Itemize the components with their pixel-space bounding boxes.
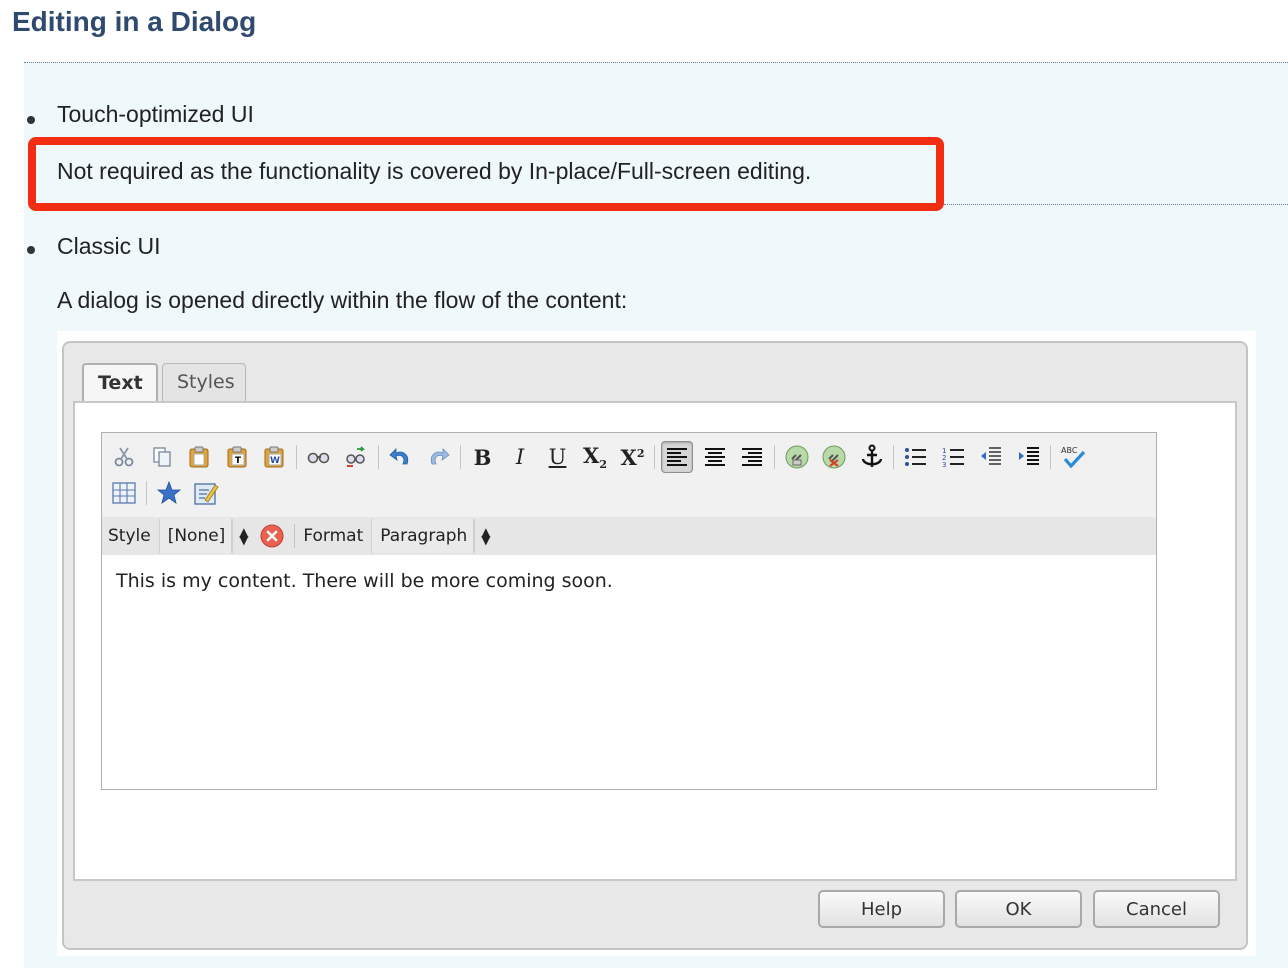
ok-button[interactable]: OK xyxy=(955,890,1082,928)
edit-dialog: Text Styles T W B I U X2 X2 1 2 3 ABC Style [None]… xyxy=(62,341,1248,950)
toolbar-separator xyxy=(893,445,894,469)
numbered-list-icon[interactable]: 123 xyxy=(938,441,970,473)
toolbar-row-2 xyxy=(108,477,228,509)
editor-toolbar: T W B I U X2 X2 1 2 3 ABC Style [None] ▲ ▼ xyxy=(102,433,1156,555)
paste-word-icon[interactable]: W xyxy=(258,441,290,473)
copy-icon[interactable] xyxy=(146,441,178,473)
superscript-icon[interactable]: X2 xyxy=(617,441,649,473)
format-select-value: Paragraph xyxy=(380,526,468,546)
svg-text:3: 3 xyxy=(942,461,946,468)
svg-text:T: T xyxy=(234,456,241,466)
undo-icon[interactable] xyxy=(385,441,417,473)
subscript-icon[interactable]: X2 xyxy=(579,441,611,473)
spellcheck-icon[interactable]: ABC xyxy=(1057,441,1089,473)
tab-styles[interactable]: Styles xyxy=(162,363,246,401)
link-icon[interactable] xyxy=(781,441,813,473)
clear-style-icon[interactable] xyxy=(258,522,286,550)
replace-icon[interactable] xyxy=(340,441,372,473)
rich-text-editor: T W B I U X2 X2 1 2 3 ABC Style [None] ▲ ▼ xyxy=(101,432,1157,790)
updown-arrows-icon[interactable]: ▲ ▼ xyxy=(474,519,496,553)
underline-icon[interactable]: U xyxy=(542,441,574,473)
align-center-icon[interactable] xyxy=(699,441,731,473)
special-chars-icon[interactable] xyxy=(153,477,185,509)
updown-arrows-icon[interactable]: ▲ ▼ xyxy=(232,519,254,553)
content-panel: Touch-optimized UI Not required as the f… xyxy=(24,62,1288,968)
paste-plain-text-icon[interactable]: T xyxy=(221,441,253,473)
classic-ui-heading: Classic UI xyxy=(57,233,161,259)
svg-text:W: W xyxy=(270,456,280,466)
tab-body: T W B I U X2 X2 1 2 3 ABC Style [None] ▲ ▼ xyxy=(73,401,1237,881)
find-icon[interactable] xyxy=(303,441,335,473)
edit-source-icon[interactable] xyxy=(190,477,222,509)
unlink-icon[interactable] xyxy=(818,441,850,473)
bold-icon[interactable]: B xyxy=(467,441,499,473)
tab-text[interactable]: Text xyxy=(82,363,158,401)
toolbar-separator xyxy=(654,445,655,469)
toolbar-separator xyxy=(773,445,775,469)
classic-ui-description: A dialog is opened directly within the f… xyxy=(57,287,628,313)
help-button[interactable]: Help xyxy=(818,890,945,928)
highlighted-note: Not required as the functionality is cov… xyxy=(28,137,944,211)
bullet-dot xyxy=(27,246,35,254)
anchor-icon[interactable] xyxy=(856,441,888,473)
touch-ui-note: Not required as the functionality is cov… xyxy=(57,158,812,184)
table-icon[interactable] xyxy=(108,477,140,509)
toolbar-row-1: T W B I U X2 X2 1 2 3 ABC xyxy=(108,441,1095,473)
format-label: Format xyxy=(303,526,364,546)
touch-ui-heading: Touch-optimized UI xyxy=(57,101,254,127)
style-format-bar: Style [None] ▲ ▼ Format Paragraph ▲ ▼ xyxy=(102,517,1156,555)
paste-icon[interactable] xyxy=(183,441,215,473)
outdent-icon[interactable] xyxy=(975,441,1007,473)
cancel-button[interactable]: Cancel xyxy=(1093,890,1220,928)
italic-icon[interactable]: I xyxy=(504,441,536,473)
toolbar-separator xyxy=(459,445,461,469)
style-select[interactable]: [None] xyxy=(158,519,233,553)
format-select[interactable]: Paragraph xyxy=(371,519,475,553)
page-title: Editing in a Dialog xyxy=(12,6,257,37)
toolbar-separator xyxy=(377,445,379,469)
toolbar-separator xyxy=(295,445,297,469)
indent-icon[interactable] xyxy=(1013,441,1045,473)
align-left-icon[interactable] xyxy=(661,441,693,473)
style-select-value: [None] xyxy=(167,526,226,546)
bullet-dot xyxy=(27,116,35,124)
cut-icon[interactable] xyxy=(108,441,140,473)
separator xyxy=(294,524,296,548)
toolbar-separator xyxy=(1050,445,1051,469)
svg-text:ABC: ABC xyxy=(1061,446,1078,455)
redo-icon[interactable] xyxy=(422,441,454,473)
dialog-screenshot: Text Styles T W B I U X2 X2 1 2 3 ABC Style [None]… xyxy=(57,331,1256,956)
align-right-icon[interactable] xyxy=(736,441,768,473)
style-label: Style xyxy=(108,526,151,546)
editor-content[interactable]: This is my content. There will be more c… xyxy=(102,556,1156,790)
divider xyxy=(944,204,1288,205)
bullet-list-icon[interactable] xyxy=(900,441,932,473)
toolbar-separator xyxy=(145,481,147,505)
